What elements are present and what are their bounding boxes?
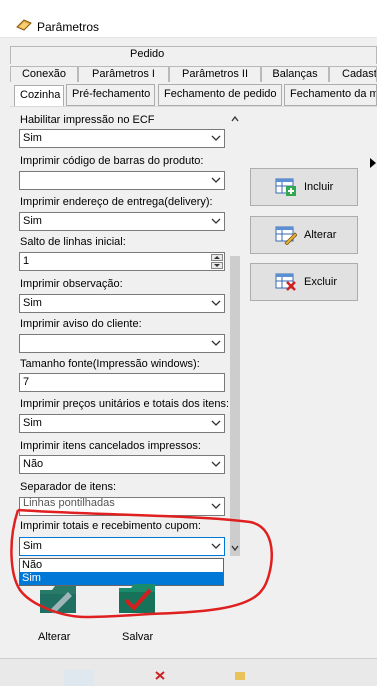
chevron-down-icon: [211, 461, 221, 467]
vertical-scrollbar[interactable]: [228, 113, 242, 558]
field-label: Imprimir endereço de entrega(delivery):: [20, 196, 213, 208]
tab-pedido-label: Pedido: [130, 48, 165, 60]
tab-fechamento-mesa-label: Fechamento da me: [290, 88, 377, 100]
chevron-down-icon: [211, 300, 221, 306]
ecf-print-combo[interactable]: Sim: [19, 129, 225, 148]
tab-parametros-i-label: Parâmetros I: [92, 68, 155, 80]
barcode-print-combo[interactable]: [19, 171, 225, 190]
tab-cozinha[interactable]: Cozinha: [14, 85, 64, 107]
field-label: Imprimir totais e recebimento cupom:: [20, 520, 201, 532]
window-title: Parâmetros: [37, 20, 100, 34]
arrow-down-icon: [214, 264, 220, 267]
tab-conexao-label: Conexão: [21, 68, 67, 80]
tab-row-3: Cozinha Pré-fechamento Fechamento de ped…: [10, 84, 377, 107]
tab-cozinha-label: Cozinha: [20, 89, 61, 101]
observation-print-combo[interactable]: Sim: [19, 294, 225, 313]
tab-fechamento-pedido-label: Fechamento de pedido: [164, 88, 277, 100]
chevron-down-icon: [211, 135, 221, 141]
combo-value: Sim: [23, 297, 42, 309]
tab-balancas[interactable]: Balanças: [261, 66, 329, 82]
combo-value: Sim: [23, 417, 42, 429]
chevron-down-icon: [211, 218, 221, 224]
arrow-right-icon: [370, 158, 376, 168]
table-edit-icon: [275, 226, 297, 245]
tab-cadastro-label: Cadast: [342, 68, 377, 80]
taskbar-item[interactable]: [230, 670, 260, 686]
field-label: Imprimir preços unitários e totais dos i…: [20, 398, 230, 410]
app-icon: [16, 19, 32, 31]
line-skip-spinner[interactable]: 1: [19, 252, 225, 271]
tab-conexao[interactable]: Conexão: [10, 66, 78, 82]
chevron-down-icon: [211, 543, 221, 549]
close-icon: [155, 671, 165, 680]
client-notice-combo[interactable]: [19, 334, 225, 353]
field-label: Imprimir aviso do cliente:: [20, 318, 142, 330]
delivery-address-combo[interactable]: Sim: [19, 212, 225, 231]
field-label: Imprimir observação:: [20, 278, 123, 290]
chevron-down-icon: [211, 177, 221, 183]
taskbar-item[interactable]: [64, 670, 94, 686]
tab-cadastro[interactable]: Cadast: [329, 66, 377, 82]
cancelled-items-combo[interactable]: Não: [19, 455, 225, 474]
folder-edit-icon[interactable]: [38, 580, 78, 616]
chevron-down-icon: [211, 420, 221, 426]
scroll-up-icon[interactable]: [231, 116, 239, 122]
alterar-bottom-label: Alterar: [38, 631, 71, 643]
tab-pre-fechamento[interactable]: Pré-fechamento: [66, 84, 155, 106]
tab-parametros-ii-label: Parâmetros II: [181, 68, 249, 80]
field-label: Separador de itens:: [20, 481, 117, 493]
taskbar-item[interactable]: [150, 670, 180, 686]
dropdown-option-nao[interactable]: Não: [20, 559, 223, 572]
document-icon: [235, 672, 245, 680]
combo-value: Sim: [23, 540, 42, 552]
field-label: Imprimir itens cancelados impressos:: [20, 440, 201, 452]
font-size-field[interactable]: 7: [19, 373, 225, 392]
settings-scroll-area: Habilitar impressão no ECF Sim Imprimir …: [14, 113, 242, 558]
save-check-icon[interactable]: [117, 580, 157, 616]
tab-parametros-ii[interactable]: Parâmetros II: [169, 66, 261, 82]
alterar-side-label: Alterar: [304, 229, 337, 241]
incluir-button[interactable]: Incluir: [250, 168, 358, 206]
totals-receipt-combo[interactable]: Sim: [19, 537, 225, 556]
salvar-bottom-label: Salvar: [122, 631, 154, 643]
field-label: Imprimir código de barras do produto:: [20, 155, 204, 167]
tab-balancas-label: Balanças: [272, 68, 318, 80]
tab-row-2: Conexão Parâmetros I Parâmetros II Balan…: [10, 64, 377, 82]
incluir-label: Incluir: [304, 181, 334, 193]
table-add-icon: [275, 178, 296, 196]
tab-parametros-i[interactable]: Parâmetros I: [78, 66, 169, 82]
chevron-down-icon: [211, 503, 221, 509]
table-delete-icon: [275, 273, 296, 291]
excluir-label: Excluir: [304, 276, 338, 288]
spin-up-button[interactable]: [211, 254, 223, 261]
field-label: Habilitar impressão no ECF: [20, 114, 155, 126]
combo-value: Não: [23, 458, 44, 470]
tab-pedido[interactable]: [10, 46, 377, 64]
chevron-down-icon: [211, 340, 221, 346]
spin-down-button[interactable]: [211, 262, 223, 269]
arrow-up-icon: [214, 256, 220, 259]
tab-fechamento-mesa[interactable]: Fechamento da me: [284, 84, 377, 106]
tab-row-1: Pedido: [10, 46, 377, 64]
combo-value: Linhas pontilhadas: [23, 497, 115, 509]
bottom-taskbar: [0, 658, 377, 686]
field-label: Tamanho fonte(Impressão windows):: [20, 358, 200, 370]
tab-pre-fechamento-label: Pré-fechamento: [72, 88, 151, 100]
spin-value: 1: [23, 255, 30, 267]
field-label: Salto de linhas inicial:: [20, 236, 126, 248]
scroll-down-icon[interactable]: [231, 545, 239, 551]
excluir-button[interactable]: Excluir: [250, 263, 358, 301]
combo-value: Sim: [23, 132, 42, 144]
title-bar: Parâmetros: [0, 0, 377, 38]
item-separator-combo[interactable]: Linhas pontilhadas: [19, 497, 225, 516]
unit-prices-combo[interactable]: Sim: [19, 414, 225, 433]
alterar-side-button[interactable]: Alterar: [250, 216, 358, 254]
scrollbar-thumb[interactable]: [230, 256, 240, 556]
edit-value: 7: [23, 376, 30, 388]
spin-buttons: [211, 254, 223, 269]
combo-value: Sim: [23, 215, 42, 227]
tab-fechamento-pedido[interactable]: Fechamento de pedido: [158, 84, 282, 106]
